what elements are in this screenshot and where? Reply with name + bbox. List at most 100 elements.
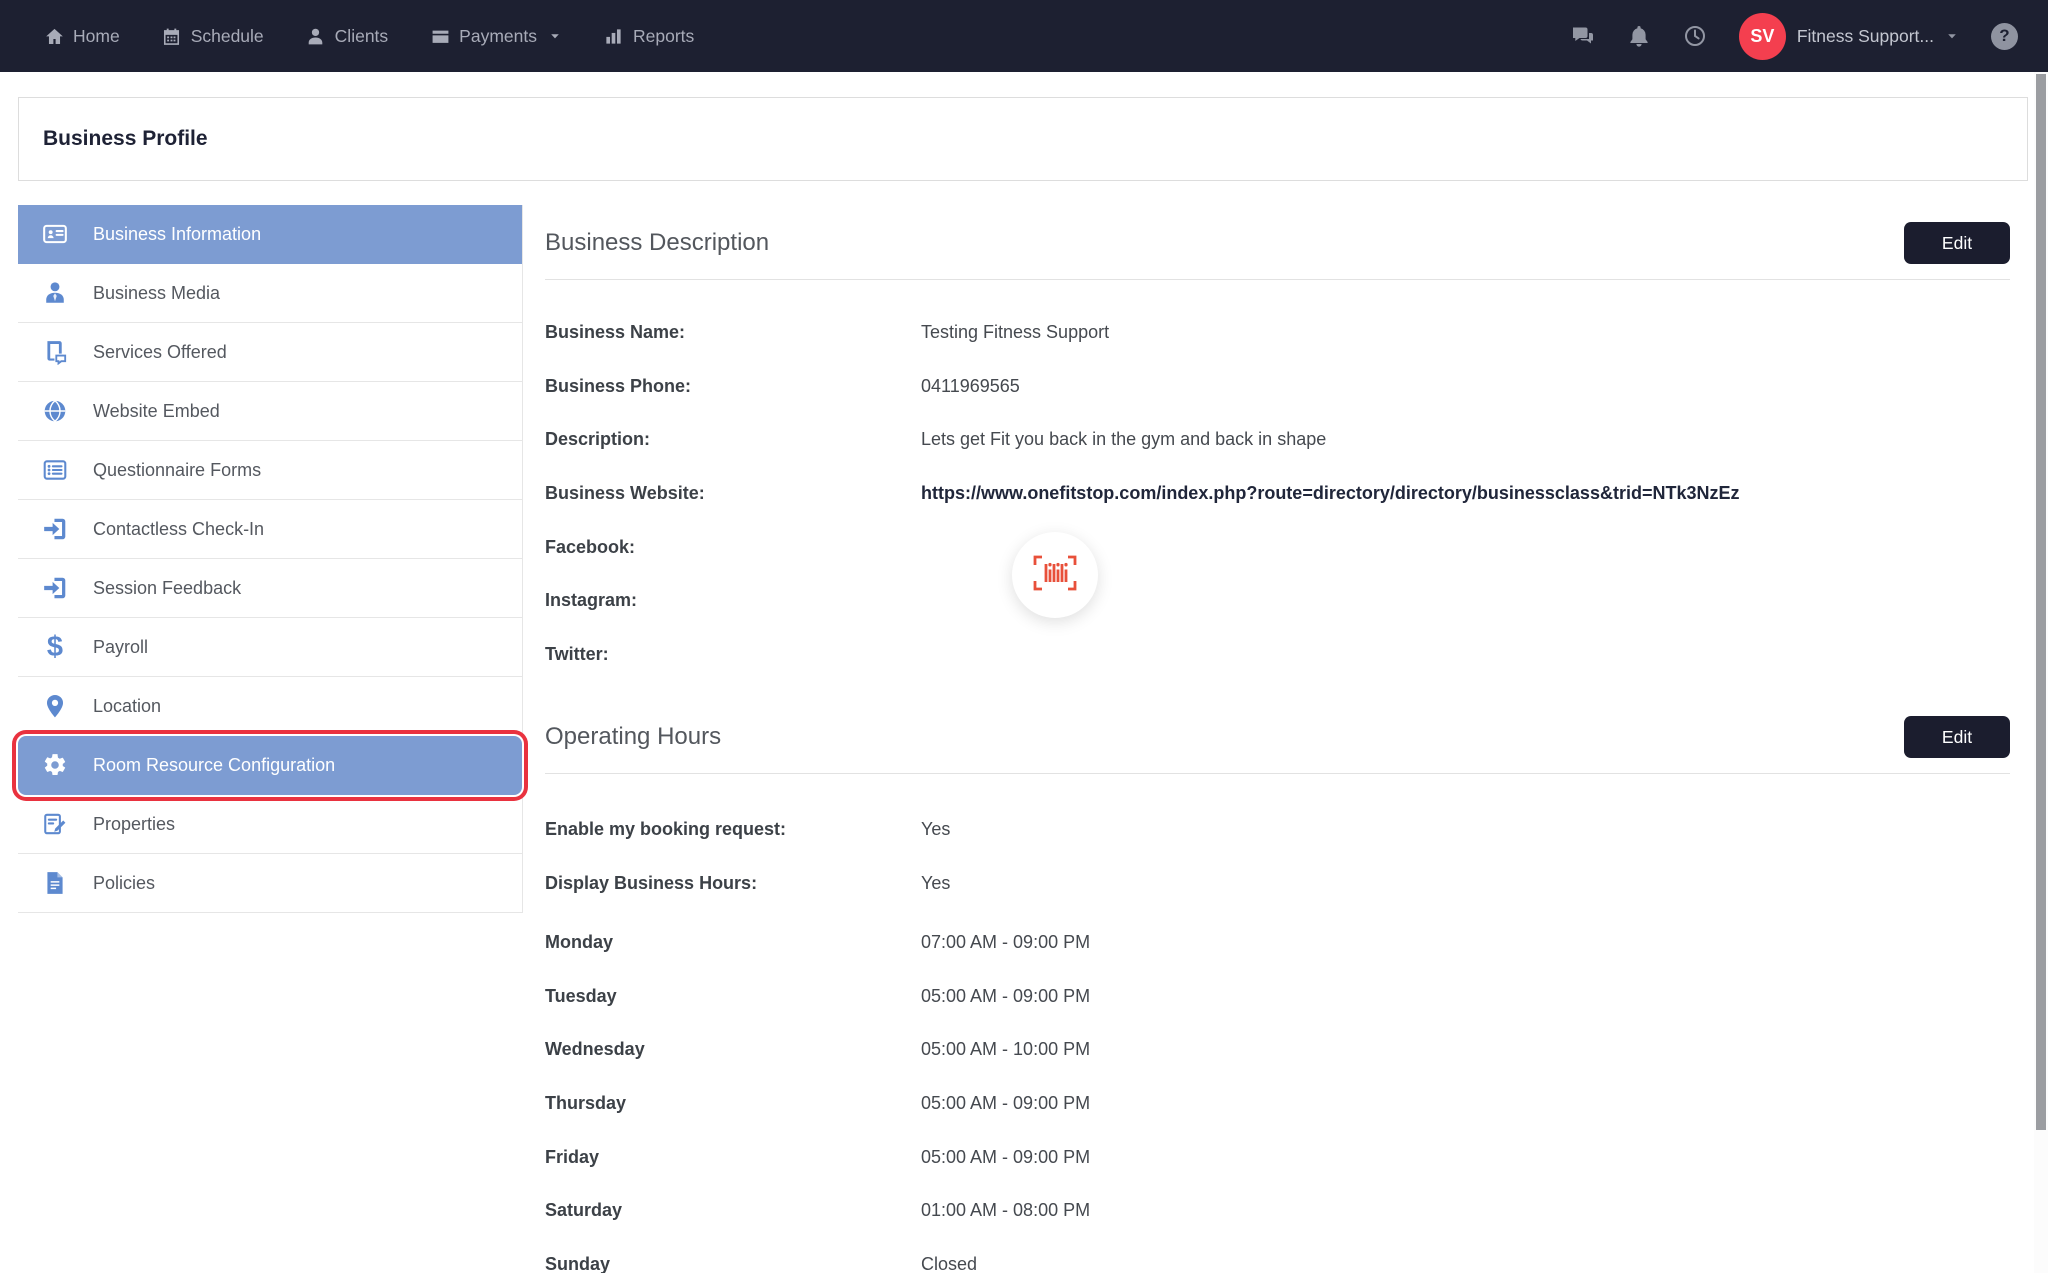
sidebar-item-business-media[interactable]: Business Media [18, 264, 522, 323]
field-label: Business Name: [545, 322, 921, 343]
setting-label: Enable my booking request: [545, 819, 921, 840]
sidebar-item-policies[interactable]: Policies [18, 854, 522, 913]
edit-operating-hours-button[interactable]: Edit [1904, 716, 2010, 758]
day-label: Tuesday [545, 986, 921, 1007]
edit-business-description-button[interactable]: Edit [1904, 222, 2010, 264]
field-row-twitter: Twitter: [545, 644, 2010, 698]
chevron-down-icon [548, 29, 562, 43]
hours-row-wednesday: Wednesday 05:00 AM - 10:00 PM [545, 1039, 2010, 1093]
section-title: Operating Hours [545, 723, 721, 751]
sidebar-item-contactless-check-in[interactable]: Contactless Check-In [18, 500, 522, 559]
page-header-card: Business Profile [18, 97, 2028, 181]
sidebar-item-business-information[interactable]: Business Information [18, 205, 522, 264]
field-value: 0411969565 [921, 376, 1020, 397]
business-description-header: Business Description Edit [545, 222, 2010, 264]
day-hours: 05:00 AM - 09:00 PM [921, 1093, 1090, 1114]
divider [545, 279, 2010, 280]
sidebar-item-payroll[interactable]: $ Payroll [18, 618, 522, 677]
main-menu: Home Schedule Clients Payments Reports [44, 26, 694, 47]
nav-item-label: Payments [459, 26, 537, 47]
notifications-bell-icon[interactable] [1627, 24, 1651, 48]
list-alt-icon [40, 457, 70, 483]
day-label: Thursday [545, 1093, 921, 1114]
field-label: Description: [545, 429, 921, 450]
field-label: Business Phone: [545, 376, 921, 397]
avatar[interactable]: SV [1739, 13, 1786, 60]
day-hours: 05:00 AM - 10:00 PM [921, 1039, 1090, 1060]
day-hours: 01:00 AM - 08:00 PM [921, 1200, 1090, 1221]
operating-hours-header: Operating Hours Edit [545, 716, 2010, 758]
sidebar-item-label: Room Resource Configuration [93, 755, 335, 776]
chevron-down-icon [1945, 29, 1959, 43]
field-row-business-phone: Business Phone: 0411969565 [545, 376, 2010, 430]
user-icon [306, 27, 326, 46]
hours-row-thursday: Thursday 05:00 AM - 09:00 PM [545, 1093, 2010, 1147]
sign-in-icon [40, 516, 70, 542]
nav-item-payments[interactable]: Payments [430, 26, 562, 47]
hours-row-sunday: Sunday Closed [545, 1254, 2010, 1273]
page-title: Business Profile [43, 127, 208, 151]
book-chat-icon [40, 339, 70, 365]
sidebar-item-website-embed[interactable]: Website Embed [18, 382, 522, 441]
gear-icon [40, 752, 70, 778]
nav-item-reports[interactable]: Reports [604, 26, 694, 47]
help-icon[interactable]: ? [1991, 23, 2018, 50]
sidebar-item-label: Properties [93, 814, 175, 835]
setting-value: Yes [921, 873, 950, 894]
day-hours: 05:00 AM - 09:00 PM [921, 986, 1090, 1007]
field-row-instagram: Instagram: [545, 590, 2010, 644]
sidebar-item-session-feedback[interactable]: Session Feedback [18, 559, 522, 618]
sidebar: Business Information Business Media Serv… [18, 205, 523, 913]
day-hours: 05:00 AM - 09:00 PM [921, 1147, 1090, 1168]
hours-row-tuesday: Tuesday 05:00 AM - 09:00 PM [545, 986, 2010, 1040]
account-name: Fitness Support... [1797, 26, 1934, 47]
sidebar-item-questionnaire-forms[interactable]: Questionnaire Forms [18, 441, 522, 500]
day-hours: 07:00 AM - 09:00 PM [921, 932, 1090, 953]
field-row-description: Description: Lets get Fit you back in th… [545, 429, 2010, 483]
nav-item-schedule[interactable]: Schedule [162, 26, 264, 47]
sidebar-item-room-resource-configuration[interactable]: Room Resource Configuration [18, 736, 522, 795]
loading-badge [1012, 532, 1098, 618]
sidebar-item-label: Questionnaire Forms [93, 460, 261, 481]
day-label: Saturday [545, 1200, 921, 1221]
sidebar-item-label: Contactless Check-In [93, 519, 264, 540]
field-label: Business Website: [545, 483, 921, 504]
scrollbar-thumb[interactable] [2036, 74, 2046, 1130]
section-title: Business Description [545, 229, 769, 257]
sidebar-item-label: Payroll [93, 637, 148, 658]
field-row-business-name: Business Name: Testing Fitness Support [545, 322, 2010, 376]
setting-row-enable-my-booking-request: Enable my booking request: Yes [545, 819, 2010, 873]
nav-item-label: Clients [335, 26, 389, 47]
nav-item-clients[interactable]: Clients [306, 26, 389, 47]
user-tie-icon [40, 280, 70, 306]
chat-icon[interactable] [1571, 24, 1595, 48]
dollar-icon: $ [40, 633, 70, 662]
day-label: Sunday [545, 1254, 921, 1273]
sidebar-item-location[interactable]: Location [18, 677, 522, 736]
field-label: Instagram: [545, 590, 921, 611]
account-menu[interactable]: SV Fitness Support... [1739, 13, 1959, 60]
hours-row-saturday: Saturday 01:00 AM - 08:00 PM [545, 1200, 2010, 1254]
operating-hours-settings: Enable my booking request: Yes Display B… [545, 819, 2010, 926]
sidebar-item-services-offered[interactable]: Services Offered [18, 323, 522, 382]
nav-item-label: Reports [633, 26, 694, 47]
sidebar-item-label: Session Feedback [93, 578, 241, 599]
sidebar-item-properties[interactable]: Properties [18, 795, 522, 854]
field-row-facebook: Facebook: [545, 537, 2010, 591]
nav-item-home[interactable]: Home [44, 26, 120, 47]
field-value: Lets get Fit you back in the gym and bac… [921, 429, 1326, 450]
nav-right: SV Fitness Support... ? [1571, 13, 2018, 60]
sidebar-item-label: Business Media [93, 283, 220, 304]
clock-icon[interactable] [1683, 24, 1707, 48]
sidebar-item-label: Location [93, 696, 161, 717]
home-icon [44, 27, 64, 46]
day-hours: Closed [921, 1254, 977, 1273]
map-marker-icon [40, 693, 70, 719]
field-value: Testing Fitness Support [921, 322, 1109, 343]
credit-card-icon [430, 27, 450, 46]
operating-hours-days: Monday 07:00 AM - 09:00 PM Tuesday 05:00… [545, 932, 2010, 1273]
file-icon [40, 870, 70, 896]
setting-label: Display Business Hours: [545, 873, 921, 894]
setting-row-display-business-hours: Display Business Hours: Yes [545, 873, 2010, 927]
sidebar-item-label: Services Offered [93, 342, 227, 363]
